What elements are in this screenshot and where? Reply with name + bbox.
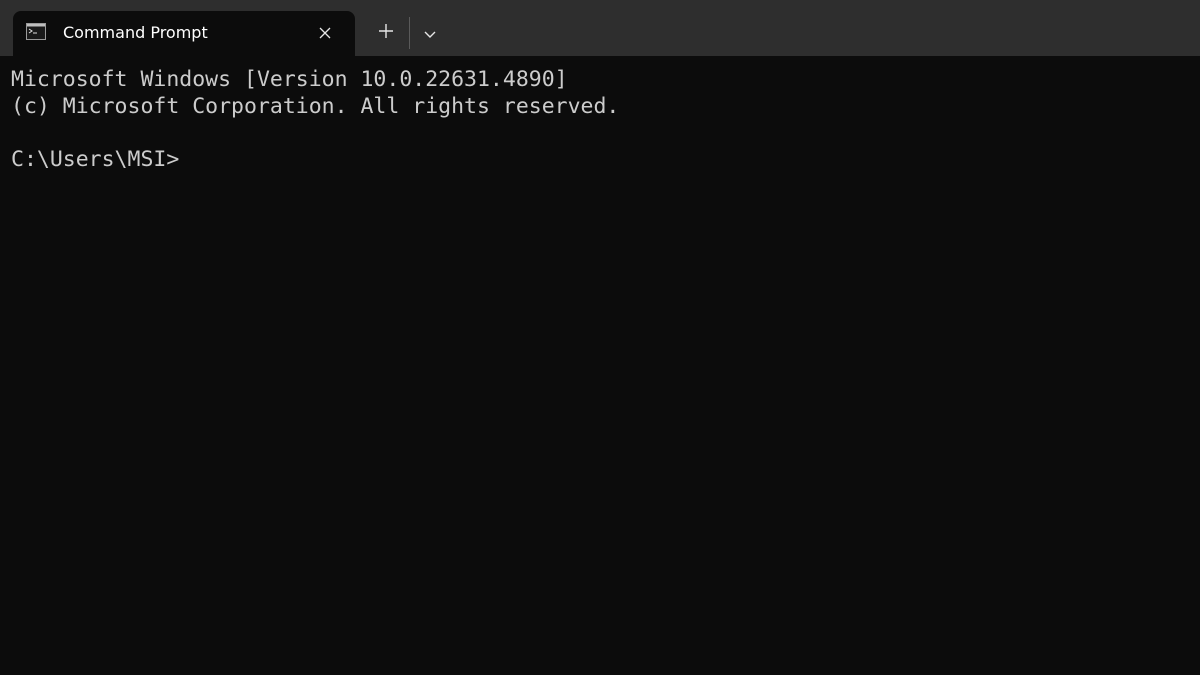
- terminal-line: Microsoft Windows [Version 10.0.22631.48…: [11, 67, 568, 92]
- terminal-line: (c) Microsoft Corporation. All rights re…: [11, 93, 620, 119]
- tab-title: Command Prompt: [63, 23, 208, 42]
- console-icon: [26, 23, 46, 40]
- tab-command-prompt[interactable]: Command Prompt: [13, 11, 355, 56]
- plus-icon: [378, 23, 394, 43]
- close-icon[interactable]: [313, 21, 337, 45]
- tab-bar: Command Prompt: [0, 0, 1200, 56]
- terminal-window: Command Prompt Microsoft Windows [Versio…: [0, 0, 1200, 675]
- terminal-output[interactable]: Microsoft Windows [Version 10.0.22631.48…: [0, 56, 1200, 675]
- tab-separator: [409, 17, 410, 49]
- profile-dropdown-button[interactable]: [414, 18, 446, 48]
- command-prompt-line: C:\Users\MSI>: [11, 146, 180, 172]
- chevron-down-icon: [423, 24, 437, 43]
- new-tab-button[interactable]: [368, 18, 404, 48]
